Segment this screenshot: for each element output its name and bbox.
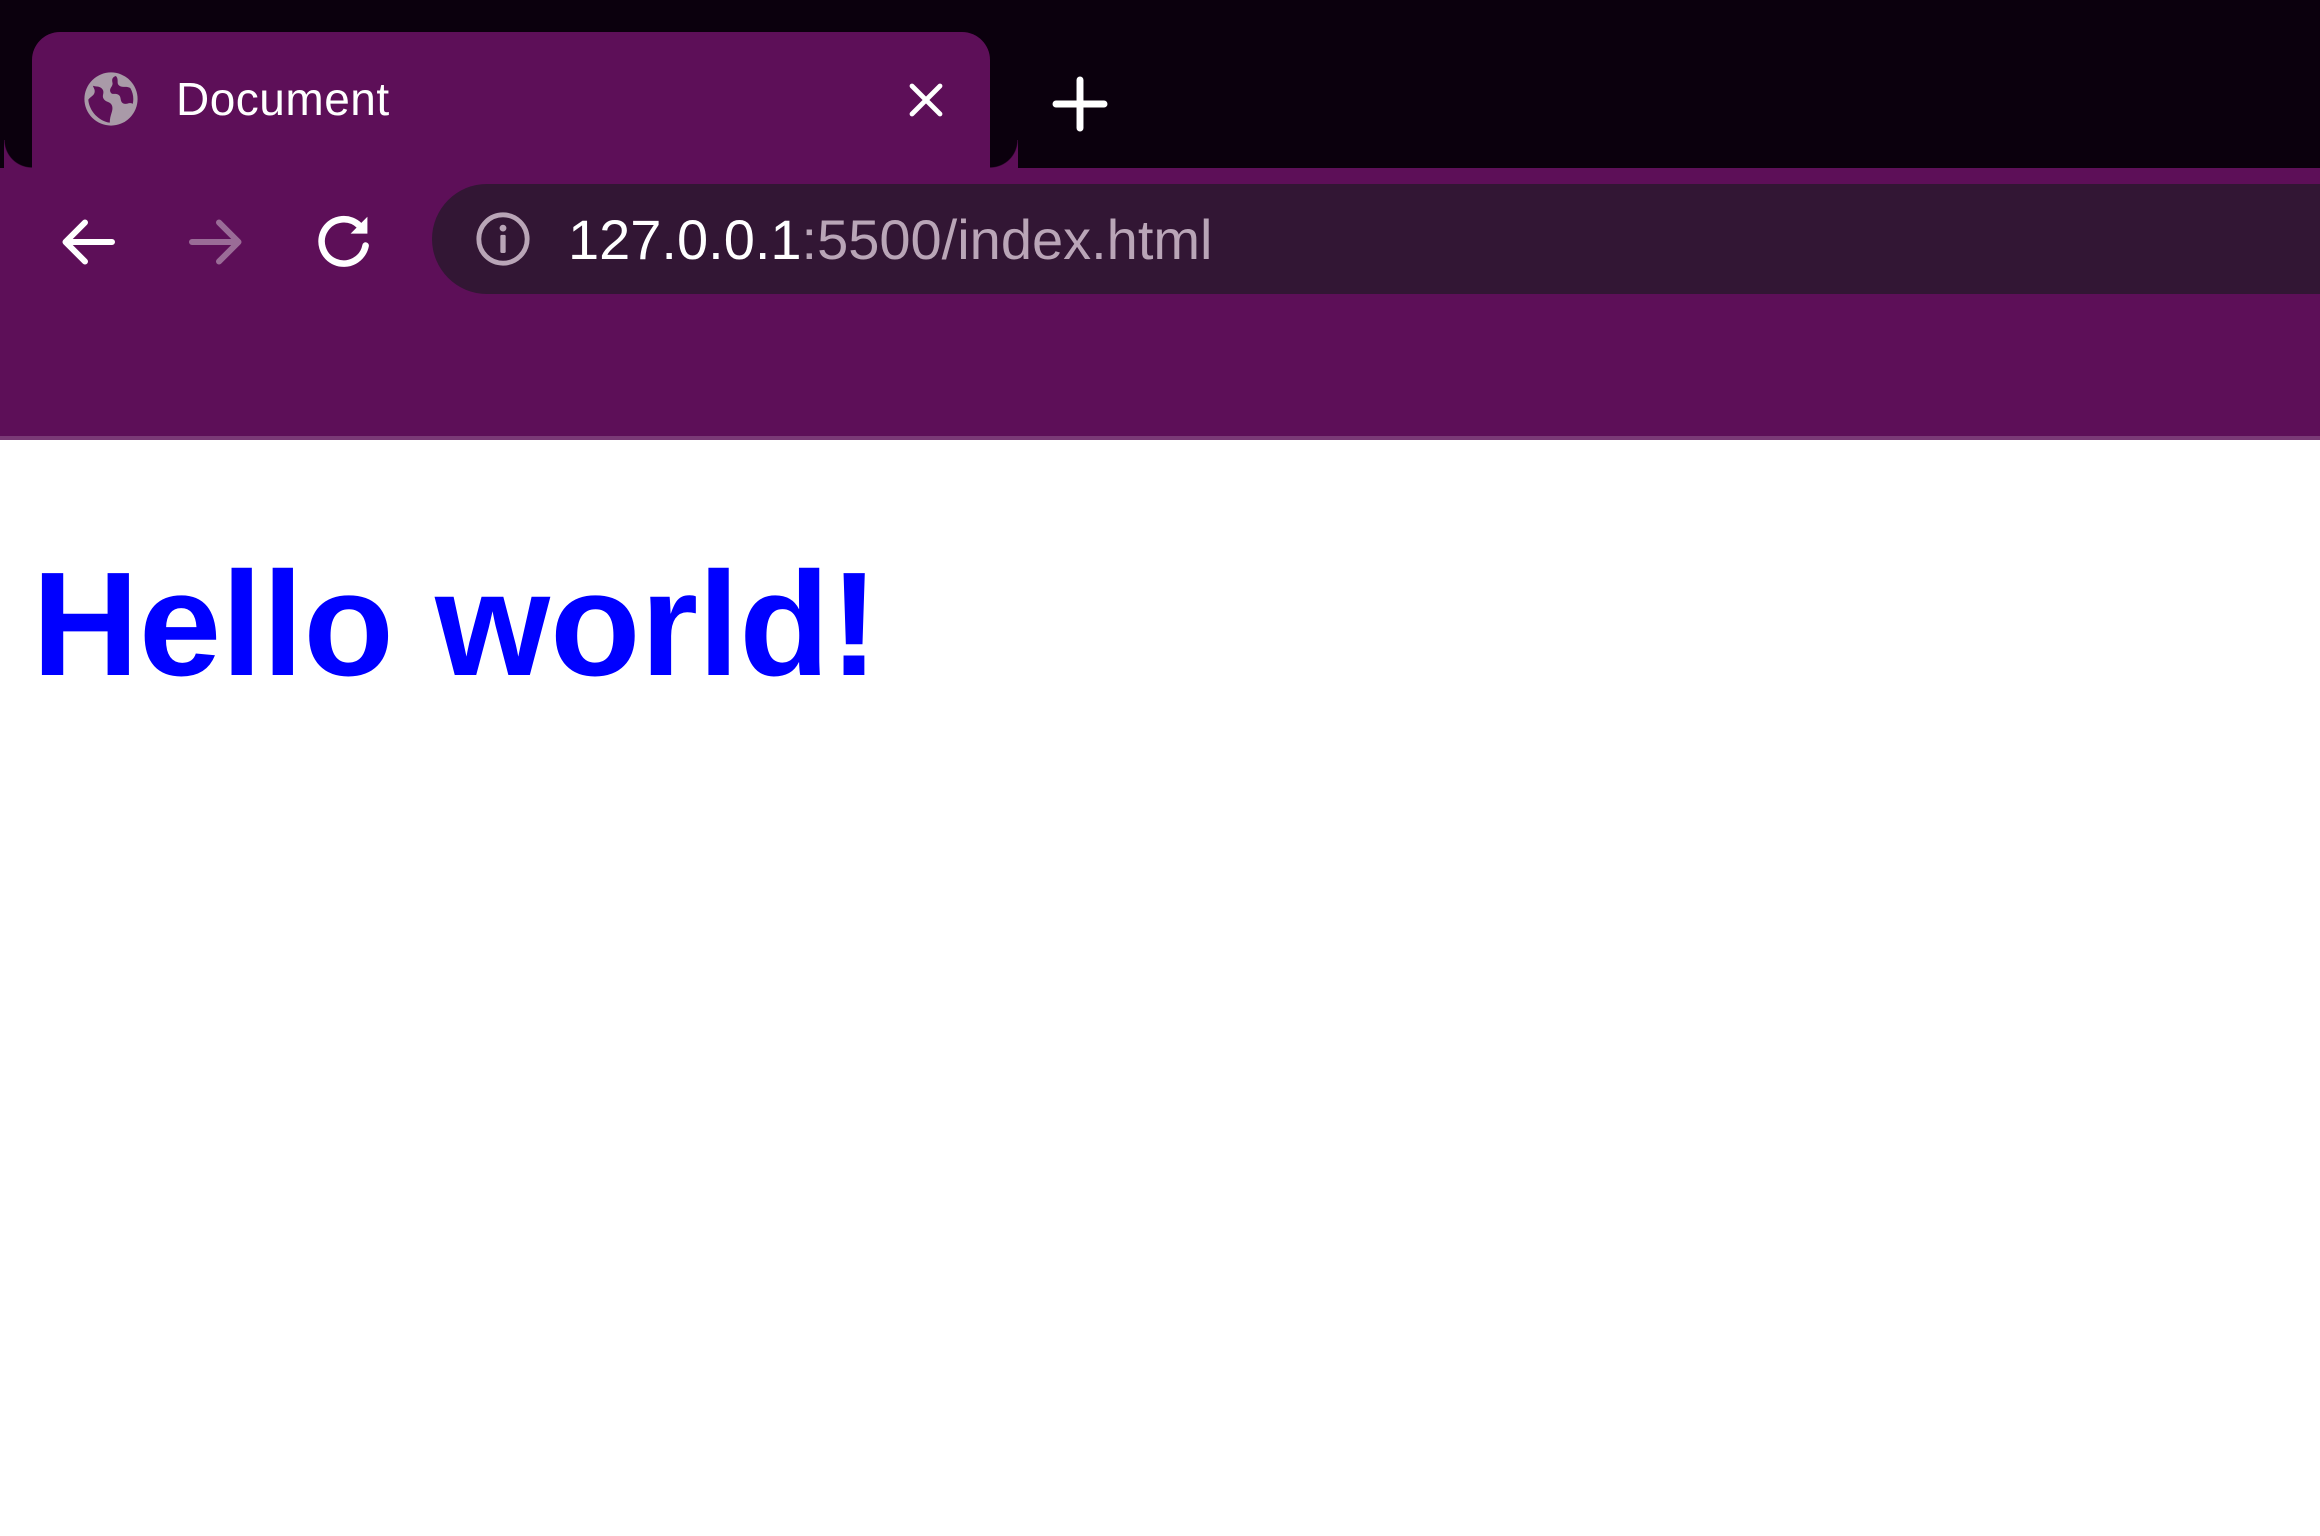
tab-strip: Document — [0, 0, 2320, 168]
tab-document[interactable]: Document — [32, 32, 990, 168]
plus-icon[interactable] — [1048, 72, 1112, 136]
reload-icon[interactable] — [308, 206, 380, 278]
tab-title: Document — [176, 73, 390, 125]
url-text[interactable]: 127.0.0.1:5500/index.html — [568, 210, 1212, 270]
url-path: :5500/index.html — [801, 208, 1213, 271]
address-bar[interactable]: 127.0.0.1:5500/index.html — [432, 184, 2320, 294]
toolbar: 127.0.0.1:5500/index.html — [0, 168, 2320, 440]
page-heading: Hello world! — [32, 542, 879, 707]
browser-window: Document 127.0.0.1:5500/index.html Hello… — [0, 0, 2320, 1536]
url-host: 127.0.0.1 — [568, 208, 802, 271]
close-icon[interactable] — [902, 76, 950, 124]
arrow-left-icon[interactable] — [52, 206, 124, 278]
page-viewport: Hello world! — [0, 440, 2320, 1536]
info-icon[interactable] — [474, 210, 532, 268]
arrow-right-icon[interactable] — [180, 206, 252, 278]
globe-icon — [84, 72, 138, 126]
